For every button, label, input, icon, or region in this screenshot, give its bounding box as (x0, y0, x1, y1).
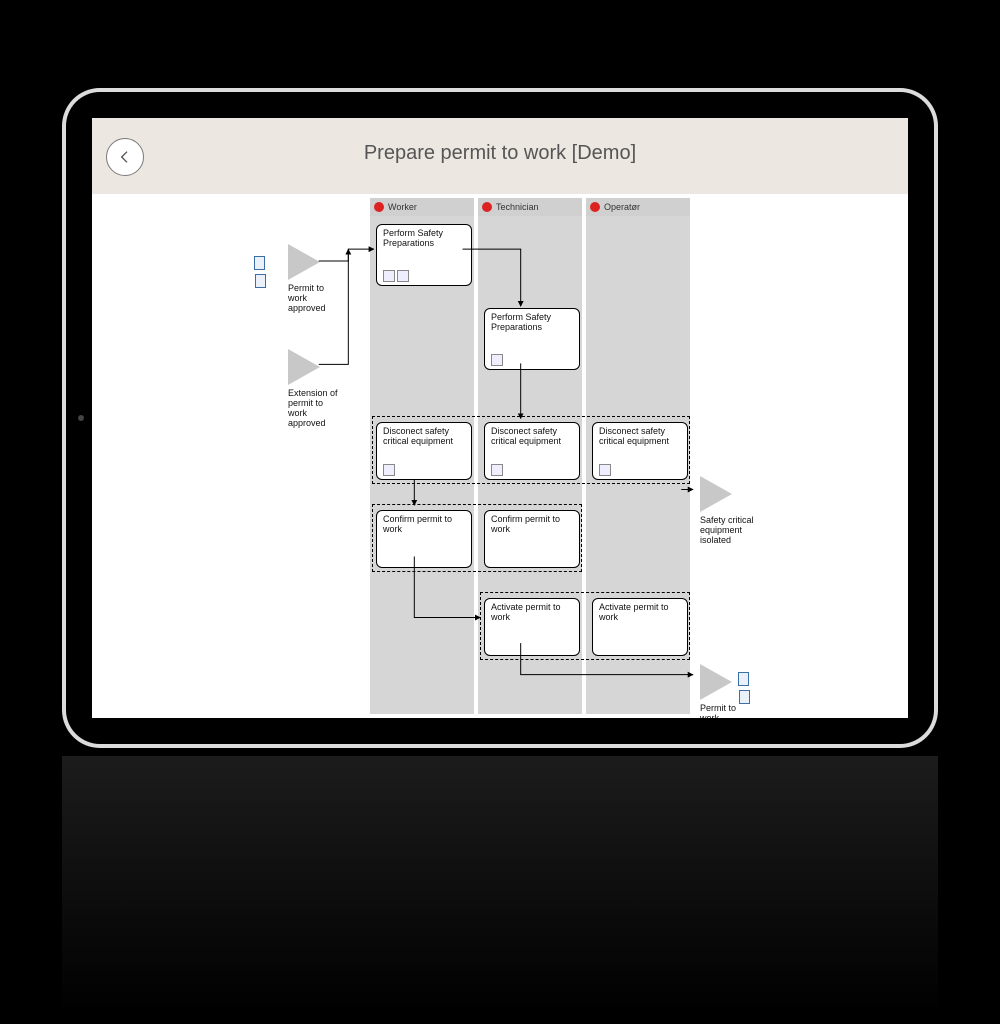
attachment-icon (599, 464, 611, 476)
activity-disconnect-safety-equipment[interactable]: Disconect safety critical equipment (484, 422, 580, 480)
activity-label: Activate permit to work (491, 602, 561, 622)
role-icon (482, 202, 492, 212)
activity-perform-safety-preparations[interactable]: Perform Safety Preparations (376, 224, 472, 286)
event-label: Extension of permit to work approved (288, 389, 343, 429)
lane-header-worker: Worker (370, 198, 474, 216)
role-icon (590, 202, 600, 212)
document-icon (738, 672, 760, 686)
role-icon (374, 202, 384, 212)
activity-disconnect-safety-equipment[interactable]: Disconect safety critical equipment (592, 422, 688, 480)
event-label: Permit to work approved (288, 284, 338, 314)
lane-header-technician: Technician (478, 198, 582, 216)
tablet-frame: Prepare permit to work [Demo] Worker Te (62, 88, 938, 748)
lane-label: Technician (496, 202, 539, 212)
event-label: Permit to work activated (700, 704, 750, 718)
end-event-icon (700, 476, 732, 512)
camera-dot (78, 415, 84, 421)
screen: Prepare permit to work [Demo] Worker Te (92, 118, 908, 718)
attachment-icon (491, 354, 503, 366)
start-event-icon (288, 244, 320, 280)
activity-activate-permit[interactable]: Activate permit to work (592, 598, 688, 656)
activity-confirm-permit[interactable]: Confirm permit to work (484, 510, 580, 568)
activity-label: Disconect safety critical equipment (491, 426, 561, 446)
activity-label: Confirm permit to work (383, 514, 452, 534)
attachment-icon (491, 464, 503, 476)
start-event-icon (288, 349, 320, 385)
activity-perform-safety-preparations[interactable]: Perform Safety Preparations (484, 308, 580, 370)
activity-disconnect-safety-equipment[interactable]: Disconect safety critical equipment (376, 422, 472, 480)
page-title: Prepare permit to work [Demo] (92, 142, 908, 165)
activity-label: Disconect safety critical equipment (383, 426, 453, 446)
event-label: Safety critical equipment isolated (700, 516, 755, 546)
activity-label: Perform Safety Preparations (383, 228, 443, 248)
lane-label: Operatør (604, 202, 640, 212)
attachment-icon (383, 464, 395, 476)
lane-label: Worker (388, 202, 417, 212)
attachment-icon (397, 270, 409, 282)
activity-label: Perform Safety Preparations (491, 312, 551, 332)
document-icon (254, 256, 276, 270)
lane-header-operator: Operatør (586, 198, 690, 216)
app-header: Prepare permit to work [Demo] (92, 118, 908, 194)
attachment-icon (383, 270, 395, 282)
end-event-icon (700, 664, 732, 700)
activity-label: Disconect safety critical equipment (599, 426, 669, 446)
activity-label: Confirm permit to work (491, 514, 560, 534)
activity-confirm-permit[interactable]: Confirm permit to work (376, 510, 472, 568)
activity-activate-permit[interactable]: Activate permit to work (484, 598, 580, 656)
activity-label: Activate permit to work (599, 602, 669, 622)
diagram-canvas[interactable]: Worker Technician Operatør (92, 194, 908, 718)
